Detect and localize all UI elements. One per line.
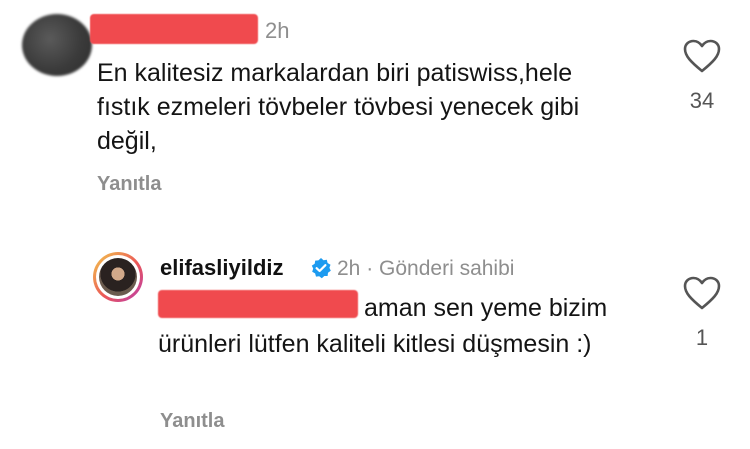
- reply-button[interactable]: Yanıtla: [160, 410, 224, 433]
- comment-time: 2h: [265, 18, 290, 43]
- heart-icon[interactable]: [682, 38, 722, 74]
- owner-avatar[interactable]: [93, 252, 143, 302]
- commenter-avatar[interactable]: [22, 14, 92, 76]
- reply-button[interactable]: Yanıtla: [97, 173, 161, 196]
- redacted-username: [90, 14, 258, 44]
- reply-meta: 2h · Gönderi sahibi: [337, 257, 515, 280]
- like-count: 1: [695, 325, 709, 350]
- comment-text: En kalitesiz markalardan biri patiswiss,…: [97, 59, 580, 155]
- reply-username[interactable]: elifasliyildiz: [160, 255, 284, 281]
- reply-text: aman sen yeme bizim ürünleri lütfen kali…: [158, 294, 608, 358]
- heart-icon[interactable]: [682, 275, 722, 311]
- verified-badge-icon: [311, 258, 331, 279]
- like-count: 34: [689, 88, 715, 113]
